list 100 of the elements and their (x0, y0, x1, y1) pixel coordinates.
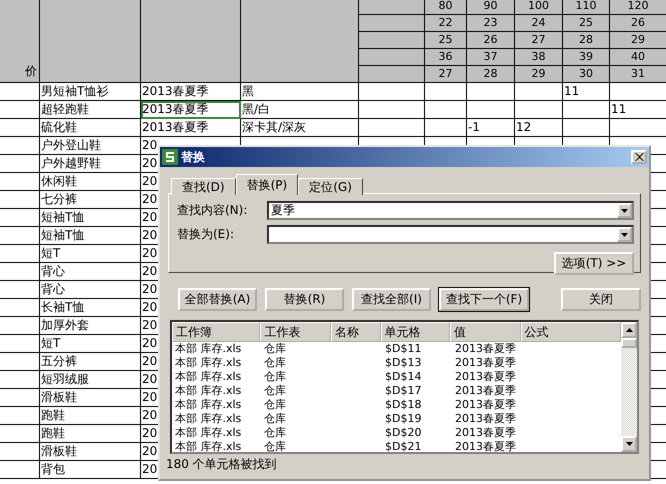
table-cell: 短T (40, 245, 141, 263)
table-cell (467, 101, 515, 119)
table-cell: 短羽绒服 (40, 371, 141, 389)
table-cell: 五分裤 (40, 353, 141, 371)
scrollbar[interactable] (621, 322, 637, 452)
tab[interactable]: 查找(D) (171, 178, 236, 195)
scroll-up-button[interactable] (621, 322, 637, 338)
header-cell (359, 0, 425, 15)
column-header[interactable]: 工作表 (260, 322, 331, 342)
header-cell: 22 (425, 15, 467, 32)
up-arrow-icon (626, 328, 632, 332)
header-cell: 29 (515, 66, 563, 83)
dropdown-icon (621, 232, 628, 236)
column-header[interactable]: 名称 (330, 322, 381, 342)
column-header[interactable]: 公式 (520, 322, 621, 342)
header-cell: 40 (610, 49, 666, 66)
header-cell: 30 (563, 66, 610, 83)
table-cell (0, 191, 40, 209)
table-cell: 12 (515, 119, 563, 137)
table-cell: 11 (610, 101, 666, 119)
list-cell-text: 仓库 (263, 370, 287, 384)
table-cell (425, 83, 467, 101)
table-cell: 2013春夏季 (141, 101, 241, 119)
header-cell: 80 (425, 0, 467, 15)
column-header[interactable]: 值 (450, 322, 521, 342)
header-cell: 37 (467, 49, 515, 66)
table-cell (515, 101, 563, 119)
list-cell-text: $D$20 (384, 426, 422, 440)
header-cell: 36 (425, 49, 467, 66)
table-cell (563, 101, 610, 119)
table-cell (0, 425, 40, 443)
table-cell: 滑板鞋 (40, 443, 141, 461)
dropdown-button[interactable] (617, 227, 632, 242)
dialog-button[interactable]: 全部替换(A) (178, 288, 257, 311)
table-cell (359, 83, 425, 101)
table-cell: 跑鞋 (40, 425, 141, 443)
list-cell-text: 本部 库存.xls (174, 370, 242, 384)
header-cell (359, 49, 425, 66)
header-cell: 价 (0, 0, 40, 83)
list-cell-text: $D$17 (384, 384, 422, 398)
list-cell-text: 仓库 (263, 412, 287, 426)
scroll-down-button[interactable] (621, 436, 637, 452)
table-cell (359, 101, 425, 119)
table-cell (0, 335, 40, 353)
close-icon (634, 153, 644, 161)
column-header[interactable]: 工作簿 (172, 322, 260, 342)
list-cell-text: 本部 库存.xls (174, 440, 242, 452)
table-cell: 短袖T恤 (40, 227, 141, 245)
combo-field[interactable]: 夏季 (267, 201, 634, 220)
table-cell (0, 299, 40, 317)
header-cell: 100 (515, 0, 563, 15)
table-cell (0, 281, 40, 299)
table-cell (0, 443, 40, 461)
list-cell-text: 2013春夏季 (454, 412, 517, 426)
list-cell-text: 仓库 (263, 398, 287, 412)
table-cell: 背心 (40, 281, 141, 299)
header-cell: 39 (563, 49, 610, 66)
list-cell-text: $D$13 (384, 356, 422, 370)
table-cell: 2013春夏季 (141, 119, 241, 137)
list-cell-text: 本部 库存.xls (174, 342, 242, 356)
tab[interactable]: 替换(P) (236, 174, 298, 195)
header-cell (359, 32, 425, 49)
table-cell (0, 407, 40, 425)
table-cell: -1 (467, 119, 515, 137)
list-cell-text: 仓库 (263, 440, 287, 452)
list-cell-text: 仓库 (263, 342, 287, 356)
dialog-button[interactable]: 替换(R) (265, 288, 344, 311)
close-button[interactable] (631, 150, 647, 164)
header-cell: 28 (563, 32, 610, 49)
column-header[interactable]: 单元格 (380, 322, 450, 342)
table-cell: 七分裤 (40, 191, 141, 209)
dialog-button[interactable]: 查找下一个(F) (439, 288, 529, 311)
table-cell: 滑板鞋 (40, 389, 141, 407)
list-cell-text: 2013春夏季 (454, 356, 517, 370)
dialog-button[interactable]: 查找全部(I) (352, 288, 431, 311)
table-cell: 黑/白 (241, 101, 359, 119)
dropdown-button[interactable] (617, 203, 632, 218)
header-cell: 110 (563, 0, 610, 15)
table-cell (425, 101, 467, 119)
table-cell (0, 263, 40, 281)
header-cell: 90 (467, 0, 515, 15)
header-cell: 26 (467, 32, 515, 49)
list-cell-text: 本部 库存.xls (174, 356, 242, 370)
app-icon (162, 149, 178, 165)
header-cell: 29 (610, 32, 666, 49)
dialog-button[interactable]: 关闭 (561, 288, 641, 311)
options-button[interactable]: 选项(T) >> (554, 252, 634, 275)
list-cell-text: $D$14 (384, 370, 422, 384)
combo-field[interactable] (267, 225, 634, 244)
table-cell: 短T (40, 335, 141, 353)
dropdown-icon (621, 208, 628, 212)
list-cell-text: 2013春夏季 (454, 384, 517, 398)
list-cell-text: $D$18 (384, 398, 422, 412)
scroll-thumb[interactable] (621, 338, 637, 348)
table-cell (0, 137, 40, 155)
table-cell (0, 119, 40, 137)
tab[interactable]: 定位(G) (298, 178, 363, 195)
table-cell (0, 83, 40, 101)
table-cell (0, 101, 40, 119)
table-cell (0, 353, 40, 371)
